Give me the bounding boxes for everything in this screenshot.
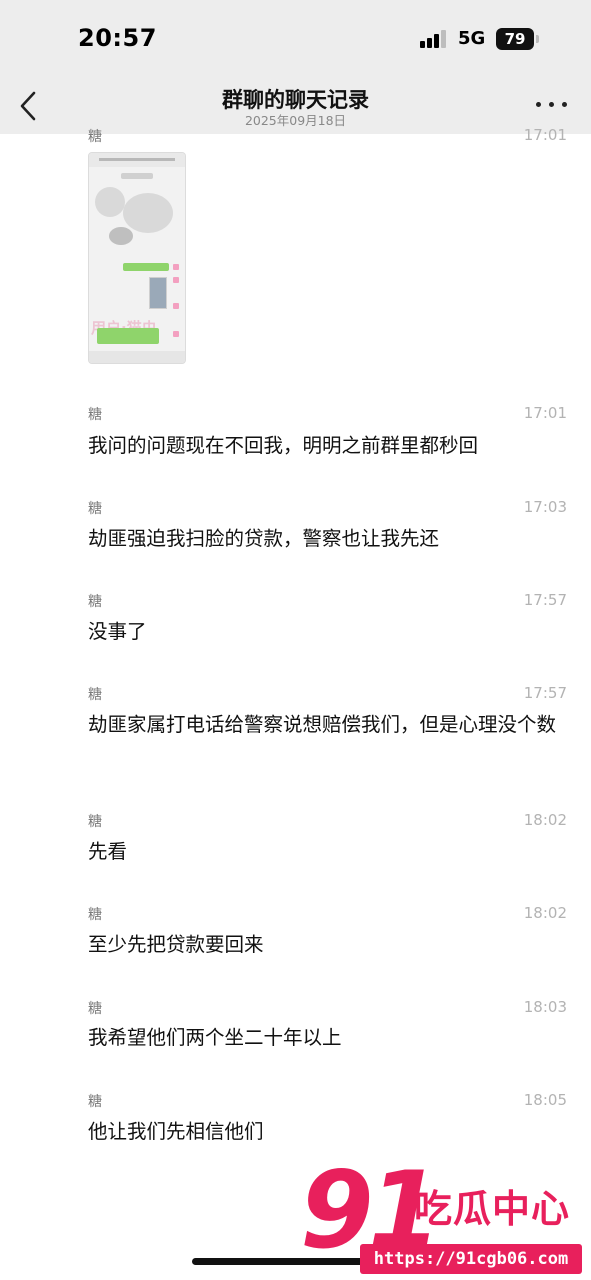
message-sender: 糖 [88, 407, 102, 423]
message-sender: 糖 [88, 687, 102, 703]
message-text: 他让我们先相信他们 [88, 1120, 264, 1143]
battery-tip [536, 35, 539, 43]
signal-icon [420, 30, 450, 48]
thumb-blur [95, 187, 125, 217]
status-bar: 20:57 5G 79 [0, 0, 591, 78]
message-time: 17:01 [523, 126, 567, 144]
message-text: 我问的问题现在不回我，明明之前群里都秒回 [88, 434, 479, 457]
message-text: 先看 [88, 840, 128, 863]
message-sender: 糖 [88, 501, 102, 517]
thumb-pink-mark [173, 331, 179, 337]
message-sender: 糖 [88, 1094, 102, 1110]
more-dot-icon [536, 102, 541, 107]
more-dot-icon [562, 102, 567, 107]
message-time: 17:01 [523, 404, 567, 422]
network-label: 5G [458, 28, 486, 49]
message-time: 17:57 [523, 684, 567, 702]
thumb-chip [121, 173, 153, 179]
watermark-logo-name: 吃瓜中心 [414, 1187, 571, 1231]
thumb-blur [109, 227, 133, 245]
message-text: 劫匪家属打电话给警察说想赔偿我们，但是心理没个数 [88, 713, 557, 736]
message-text: 至少先把贷款要回来 [88, 933, 264, 956]
message-sender: 糖 [88, 907, 102, 923]
thumb-pink-mark [173, 303, 179, 309]
message-time: 17:03 [523, 498, 567, 516]
status-time: 20:57 [78, 24, 157, 52]
message-time: 18:02 [523, 904, 567, 922]
thumb-green-bubble [123, 263, 169, 271]
more-button[interactable] [534, 92, 570, 116]
more-dot-icon [549, 102, 554, 107]
battery-icon: 79 [496, 28, 534, 50]
message-time: 18:03 [523, 998, 567, 1016]
thumb-input-bar [89, 351, 185, 363]
message-sender: 糖 [88, 129, 102, 145]
message-text: 我希望他们两个坐二十年以上 [88, 1026, 342, 1049]
message-time: 18:02 [523, 811, 567, 829]
thumb-pink-mark [173, 277, 179, 283]
message-text: 没事了 [88, 620, 147, 643]
message-text: 劫匪强迫我扫脸的贷款，警察也让我先还 [88, 527, 440, 550]
message-time: 18:05 [523, 1091, 567, 1109]
thumb-header [89, 153, 185, 167]
thumb-green-bubble [97, 328, 159, 344]
message-sender: 糖 [88, 814, 102, 830]
chat-screenshot-image[interactable]: 用户·猫虫 [88, 152, 186, 364]
thumb-inner-image [149, 277, 167, 309]
thumb-pink-mark [173, 264, 179, 270]
message-sender: 糖 [88, 594, 102, 610]
message-time: 17:57 [523, 591, 567, 609]
thumb-blur [123, 193, 173, 233]
watermark-url: https://91cgb06.com [360, 1244, 582, 1274]
message-sender: 糖 [88, 1001, 102, 1017]
